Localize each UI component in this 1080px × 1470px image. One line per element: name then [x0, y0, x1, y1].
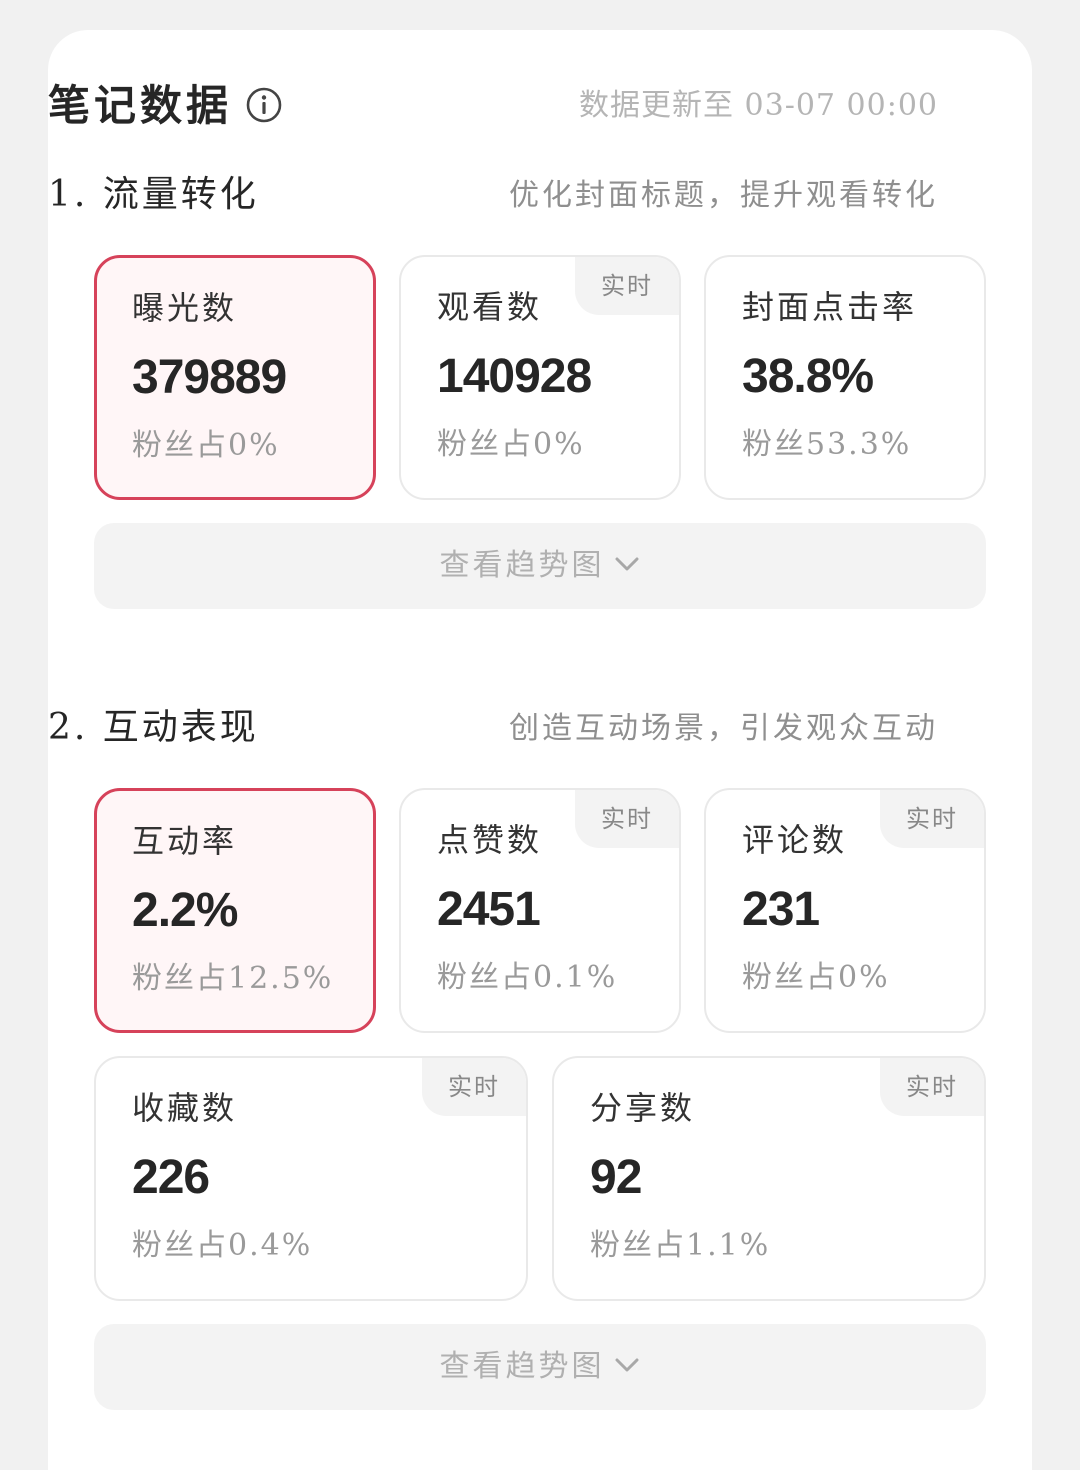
- chevron-down-icon: [615, 1358, 638, 1372]
- metric-card-views[interactable]: 实时 观看数 140928 粉丝占0%: [399, 255, 681, 500]
- info-circle-icon[interactable]: [246, 87, 282, 123]
- metric-value: 140928: [437, 350, 592, 403]
- realtime-badge: 实时: [575, 790, 679, 848]
- metric-value: 231: [742, 883, 820, 936]
- view-trend-button[interactable]: 查看趋势图: [94, 1324, 986, 1410]
- metric-fan-share: 粉丝占0%: [742, 960, 890, 995]
- metric-card-shares[interactable]: 实时 分享数 92 粉丝占1.1%: [552, 1056, 986, 1301]
- section-traffic-header: 1. 流量转化 优化封面标题，提升观看转化: [48, 170, 938, 220]
- section-tip: 优化封面标题，提升观看转化: [509, 178, 938, 213]
- realtime-badge: 实时: [575, 257, 679, 315]
- metric-card-collections[interactable]: 实时 收藏数 226 粉丝占0.4%: [94, 1056, 528, 1301]
- view-trend-label: 查看趋势图: [439, 1349, 605, 1384]
- metric-label: 曝光数: [132, 289, 238, 327]
- update-time: 数据更新至 03-07 00:00: [578, 88, 938, 123]
- realtime-badge: 实时: [880, 1058, 984, 1116]
- metric-label: 封面点击率: [742, 288, 918, 326]
- metric-fan-share: 粉丝占0%: [437, 427, 585, 462]
- section-title: 1. 流量转化: [48, 174, 259, 215]
- page-title: 笔记数据: [48, 81, 233, 130]
- card-header: 笔记数据 数据更新至 03-07 00:00: [48, 78, 938, 134]
- section-tip: 创造互动场景，引发观众互动: [509, 711, 938, 746]
- metric-card-engagement-rate[interactable]: 互动率 2.2% 粉丝占12.5%: [94, 788, 376, 1033]
- section-title: 2. 互动表现: [48, 707, 259, 748]
- section-interaction-header: 2. 互动表现 创造互动场景，引发观众互动: [48, 703, 938, 753]
- metric-label: 观看数: [437, 288, 543, 326]
- metric-value: 2.2%: [132, 884, 238, 937]
- metric-value: 38.8%: [742, 350, 874, 403]
- metric-label: 收藏数: [132, 1089, 238, 1127]
- metric-fan-share: 粉丝占12.5%: [132, 961, 334, 996]
- metric-value: 226: [132, 1151, 210, 1204]
- metric-fan-share: 粉丝占1.1%: [590, 1228, 771, 1263]
- metric-fan-share: 粉丝占0%: [132, 428, 280, 463]
- metric-card-comments[interactable]: 实时 评论数 231 粉丝占0%: [704, 788, 986, 1033]
- realtime-badge: 实时: [880, 790, 984, 848]
- metric-label: 互动率: [132, 822, 238, 860]
- metric-value: 2451: [437, 883, 541, 936]
- metric-value: 92: [590, 1151, 642, 1204]
- metric-fan-share: 粉丝占0.1%: [437, 960, 618, 995]
- view-trend-button[interactable]: 查看趋势图: [94, 523, 986, 609]
- metric-card-likes[interactable]: 实时 点赞数 2451 粉丝占0.1%: [399, 788, 681, 1033]
- metric-label: 分享数: [590, 1089, 696, 1127]
- metric-label: 评论数: [742, 821, 848, 859]
- metric-card-cover-ctr[interactable]: 封面点击率 38.8% 粉丝53.3%: [704, 255, 986, 500]
- realtime-badge: 实时: [422, 1058, 526, 1116]
- metric-fan-share: 粉丝53.3%: [742, 427, 912, 462]
- metric-fan-share: 粉丝占0.4%: [132, 1228, 313, 1263]
- metric-value: 379889: [132, 351, 287, 404]
- metric-label: 点赞数: [437, 821, 543, 859]
- chevron-down-icon: [615, 557, 638, 571]
- metric-card-impressions[interactable]: 曝光数 379889 粉丝占0%: [94, 255, 376, 500]
- view-trend-label: 查看趋势图: [439, 548, 605, 583]
